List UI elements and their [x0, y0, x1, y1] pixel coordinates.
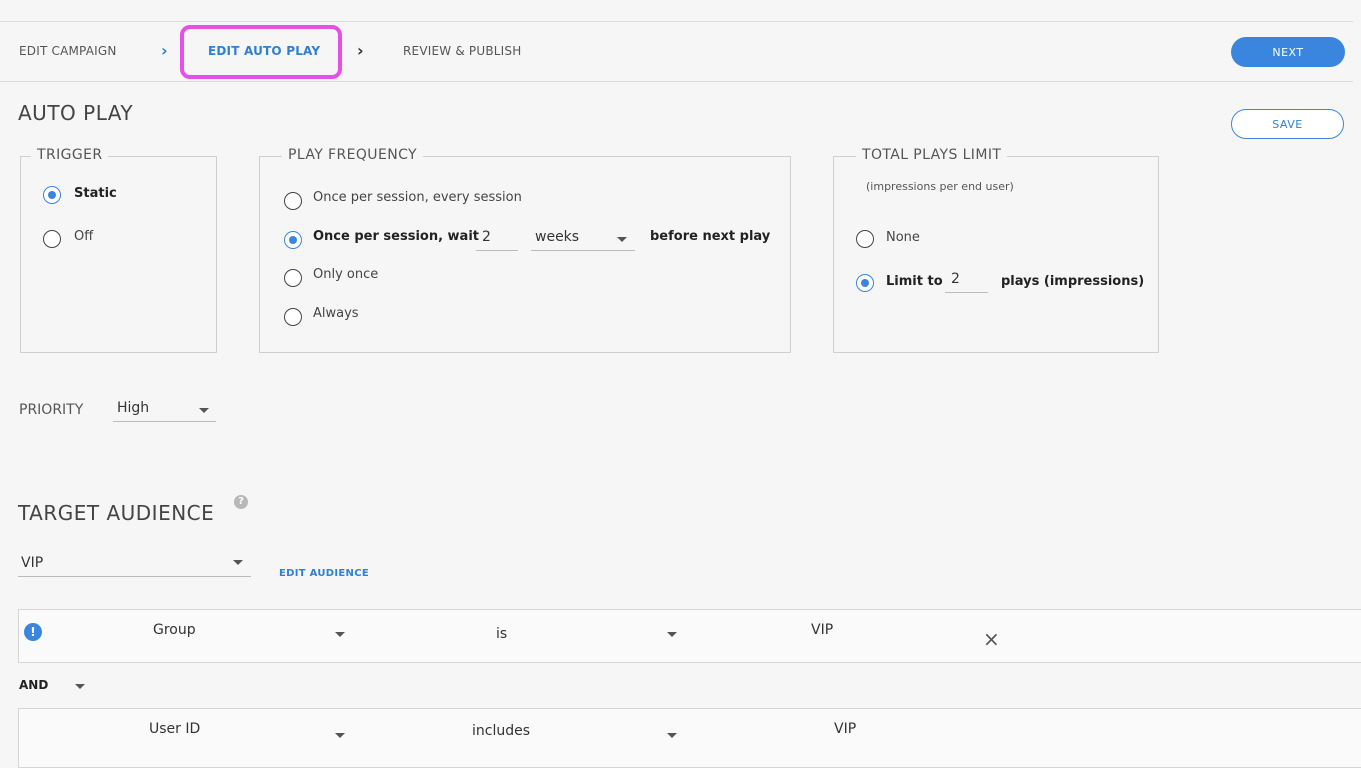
rule-operator[interactable]: includes	[472, 723, 530, 739]
next-button[interactable]: NEXT	[1231, 37, 1345, 67]
chevron-down-icon	[233, 560, 243, 565]
step-review-publish[interactable]: REVIEW & PUBLISH	[403, 44, 521, 58]
edit-audience-link[interactable]: EDIT AUDIENCE	[279, 568, 369, 579]
rule-value[interactable]: VIP	[834, 721, 856, 737]
audience-rule-row: ! Group is VIP ×	[18, 609, 1361, 663]
play-frequency-legend: PLAY FREQUENCY	[282, 147, 423, 163]
limit-value-input[interactable]	[945, 269, 988, 293]
trigger-legend: TRIGGER	[31, 147, 109, 163]
limit-none-label: None	[886, 230, 920, 245]
limit-to-label: Limit to	[886, 274, 943, 289]
wait-unit-select[interactable]: weeks	[531, 227, 635, 251]
frequency-only-once-radio[interactable]	[284, 269, 302, 287]
frequency-only-once-label: Only once	[313, 267, 379, 282]
active-step-highlight	[180, 25, 342, 79]
chevron-down-icon	[617, 237, 627, 242]
chevron-down-icon[interactable]	[335, 733, 345, 738]
target-audience-title: TARGET AUDIENCE	[18, 501, 215, 525]
frequency-always-label: Always	[313, 306, 359, 321]
rule-field[interactable]: User ID	[149, 721, 200, 737]
stepbar-divider	[0, 81, 1353, 82]
chevron-right-icon: ›	[357, 41, 364, 60]
step-edit-campaign[interactable]: EDIT CAMPAIGN	[19, 44, 117, 58]
chevron-down-icon	[199, 408, 209, 413]
audience-rule-row: User ID includes VIP	[18, 708, 1361, 768]
chevron-down-icon[interactable]	[667, 733, 677, 738]
alert-icon: !	[24, 623, 42, 641]
limit-to-radio[interactable]	[856, 274, 874, 292]
close-icon[interactable]: ×	[983, 627, 1000, 651]
chevron-down-icon[interactable]	[667, 632, 677, 637]
wait-value-input[interactable]	[476, 227, 518, 251]
frequency-every-session-label: Once per session, every session	[313, 190, 522, 205]
wait-unit-value: weeks	[535, 229, 580, 245]
audience-select[interactable]: VIP	[18, 553, 251, 577]
top-divider	[0, 21, 1353, 22]
play-frequency-group: PLAY FREQUENCY Once per session, every s…	[259, 147, 791, 353]
trigger-static-label: Static	[74, 186, 117, 201]
trigger-off-label: Off	[74, 229, 94, 244]
frequency-wait-suffix: before next play	[650, 229, 771, 244]
rule-conjunction[interactable]: AND	[19, 678, 48, 692]
audience-value: VIP	[21, 555, 44, 571]
frequency-always-radio[interactable]	[284, 308, 302, 326]
chevron-down-icon[interactable]	[335, 632, 345, 637]
frequency-wait-label: Once per session, wait	[313, 229, 480, 244]
priority-value: High	[117, 400, 150, 416]
limit-none-radio[interactable]	[856, 230, 874, 248]
total-plays-limit-group: TOTAL PLAYS LIMIT (impressions per end u…	[833, 147, 1159, 353]
total-plays-limit-legend: TOTAL PLAYS LIMIT	[856, 147, 1008, 163]
limit-suffix: plays (impressions)	[1001, 274, 1145, 289]
rule-operator[interactable]: is	[496, 626, 507, 642]
frequency-every-session-radio[interactable]	[284, 192, 302, 210]
save-button[interactable]: SAVE	[1231, 109, 1344, 139]
chevron-down-icon[interactable]	[75, 684, 85, 689]
help-icon[interactable]: ?	[234, 495, 248, 509]
trigger-group: TRIGGER Static Off	[20, 147, 217, 353]
trigger-static-radio[interactable]	[43, 186, 61, 204]
limit-note: (impressions per end user)	[866, 180, 1014, 193]
rule-field[interactable]: Group	[153, 622, 196, 638]
frequency-wait-radio[interactable]	[284, 231, 302, 249]
trigger-off-radio[interactable]	[43, 230, 61, 248]
chevron-right-icon: ›	[161, 41, 168, 60]
rule-value[interactable]: VIP	[811, 622, 833, 638]
priority-label: PRIORITY	[19, 402, 84, 418]
priority-select[interactable]: High	[113, 398, 216, 422]
auto-play-title: AUTO PLAY	[18, 101, 134, 125]
